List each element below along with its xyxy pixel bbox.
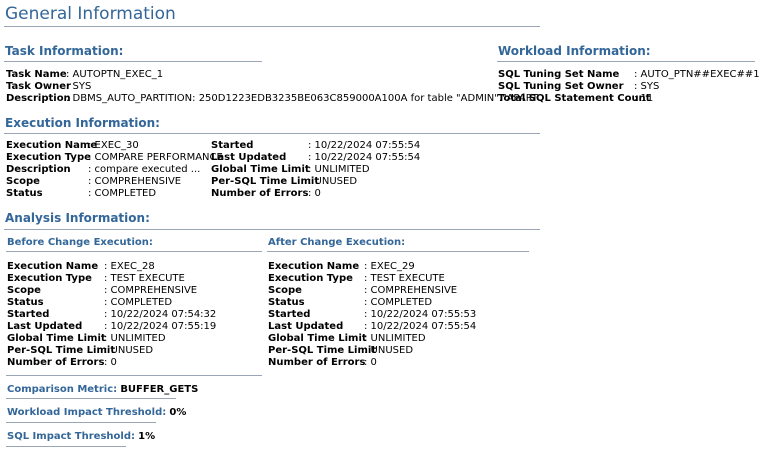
title-divider	[4, 26, 540, 27]
sql-tuning-set-owner-value: : SYS	[634, 81, 660, 92]
after-row-label: Started	[268, 309, 311, 320]
comparison-metric: Comparison Metric: BUFFER_GETS	[7, 384, 199, 395]
before-row-label: Number of Errors	[7, 357, 105, 368]
task-name-label: Task Name	[6, 69, 67, 80]
before-change-divider	[6, 251, 262, 252]
page-title: General Information	[5, 4, 176, 24]
after-row-value: : UNLIMITED	[364, 333, 426, 344]
sql-impact-threshold: SQL Impact Threshold: 1%	[7, 431, 156, 442]
exec-status-value: : COMPLETED	[88, 188, 157, 199]
before-row-label: Execution Type	[7, 273, 92, 284]
before-change-heading: Before Change Execution:	[7, 237, 153, 248]
task-name-value: : AUTOPTN_EXEC_1	[66, 69, 164, 80]
exec-per-sql-time-limit-label: Per-SQL Time Limit	[211, 176, 320, 187]
after-row-label: Scope	[268, 285, 302, 296]
exec-name-value: : EXEC_30	[88, 140, 139, 151]
exec-type-label: Execution Type	[6, 152, 91, 163]
before-row-value: : COMPREHENSIVE	[104, 285, 198, 296]
task-owner-value: : SYS	[66, 81, 92, 92]
after-row-label: Last Updated	[268, 321, 344, 332]
before-row-value: : UNLIMITED	[104, 333, 166, 344]
workload-info-divider	[497, 61, 755, 62]
comparison-metric-divider	[6, 398, 176, 399]
task-description-value: : DBMS_AUTO_PARTITION: 250D1223EDB3235BE…	[66, 93, 539, 104]
before-row-label: Per-SQL Time Limit	[7, 345, 116, 356]
exec-number-of-errors-label: Number of Errors	[211, 188, 309, 199]
after-change-divider	[267, 251, 529, 252]
exec-global-time-limit-value: : UNLIMITED	[308, 164, 370, 175]
exec-description-label: Description	[6, 164, 71, 175]
workload-info-heading: Workload Information:	[498, 44, 651, 58]
execution-info-divider	[4, 133, 540, 134]
exec-name-label: Execution Name	[6, 140, 98, 151]
sql-tuning-set-name-value: : AUTO_PTN##EXEC##1	[634, 69, 760, 80]
exec-description-value: : compare executed ...	[88, 164, 201, 175]
after-row-label: Execution Type	[268, 273, 353, 284]
after-row-value: : UNUSED	[364, 345, 414, 356]
after-row-value: : 10/22/2024 07:55:54	[364, 321, 477, 332]
before-row-value: : TEST EXECUTE	[104, 273, 185, 284]
before-row-label: Execution Name	[7, 261, 99, 272]
exec-started-label: Started	[211, 140, 254, 151]
after-row-label: Number of Errors	[268, 357, 366, 368]
exec-status-label: Status	[6, 188, 43, 199]
after-row-label: Per-SQL Time Limit	[268, 345, 377, 356]
before-row-value: : 0	[104, 357, 117, 368]
workload-threshold-divider	[6, 422, 156, 423]
after-row-value: : COMPREHENSIVE	[364, 285, 458, 296]
total-sql-count-value: : 11	[634, 93, 654, 104]
sql-threshold-divider	[6, 446, 126, 447]
exec-last-updated-value: : 10/22/2024 07:55:54	[308, 152, 421, 163]
analysis-info-heading: Analysis Information:	[5, 211, 150, 225]
exec-started-value: : 10/22/2024 07:55:54	[308, 140, 421, 151]
sql-tuning-set-name-label: SQL Tuning Set Name	[498, 69, 620, 80]
before-row-value: : EXEC_28	[104, 261, 155, 272]
workload-impact-threshold: Workload Impact Threshold: 0%	[7, 407, 187, 418]
analysis-info-divider	[4, 229, 540, 230]
before-row-label: Scope	[7, 285, 41, 296]
exec-global-time-limit-label: Global Time Limit	[211, 164, 310, 175]
after-row-value: : 10/22/2024 07:55:53	[364, 309, 477, 320]
after-change-heading: After Change Execution:	[268, 237, 406, 248]
task-description-label: Description	[6, 93, 71, 104]
after-row-value: : TEST EXECUTE	[364, 273, 445, 284]
task-info-heading: Task Information:	[5, 44, 124, 58]
before-row-label: Last Updated	[7, 321, 83, 332]
exec-scope-label: Scope	[6, 176, 40, 187]
before-row-value: : 10/22/2024 07:54:32	[104, 309, 217, 320]
exec-last-updated-label: Last Updated	[211, 152, 287, 163]
before-row-value: : 10/22/2024 07:55:19	[104, 321, 217, 332]
after-row-label: Global Time Limit	[268, 333, 367, 344]
before-change-bottom-divider	[6, 375, 262, 376]
before-row-value: : COMPLETED	[104, 297, 173, 308]
after-row-label: Status	[268, 297, 305, 308]
sql-tuning-set-owner-label: SQL Tuning Set Owner	[498, 81, 624, 92]
total-sql-count-label: Total SQL Statement Count	[498, 93, 651, 104]
exec-scope-value: : COMPREHENSIVE	[88, 176, 182, 187]
exec-per-sql-time-limit-value: : UNUSED	[308, 176, 358, 187]
task-info-divider	[4, 61, 262, 62]
after-row-value: : EXEC_29	[364, 261, 415, 272]
execution-info-heading: Execution Information:	[5, 116, 160, 130]
exec-number-of-errors-value: : 0	[308, 188, 321, 199]
exec-type-value: : COMPARE PERFORMANCE	[88, 152, 223, 163]
before-row-label: Started	[7, 309, 50, 320]
before-row-label: Status	[7, 297, 44, 308]
before-row-value: : UNUSED	[104, 345, 154, 356]
task-owner-label: Task Owner	[6, 81, 71, 92]
after-row-label: Execution Name	[268, 261, 360, 272]
after-row-value: : 0	[364, 357, 377, 368]
before-row-label: Global Time Limit	[7, 333, 106, 344]
after-row-value: : COMPLETED	[364, 297, 433, 308]
